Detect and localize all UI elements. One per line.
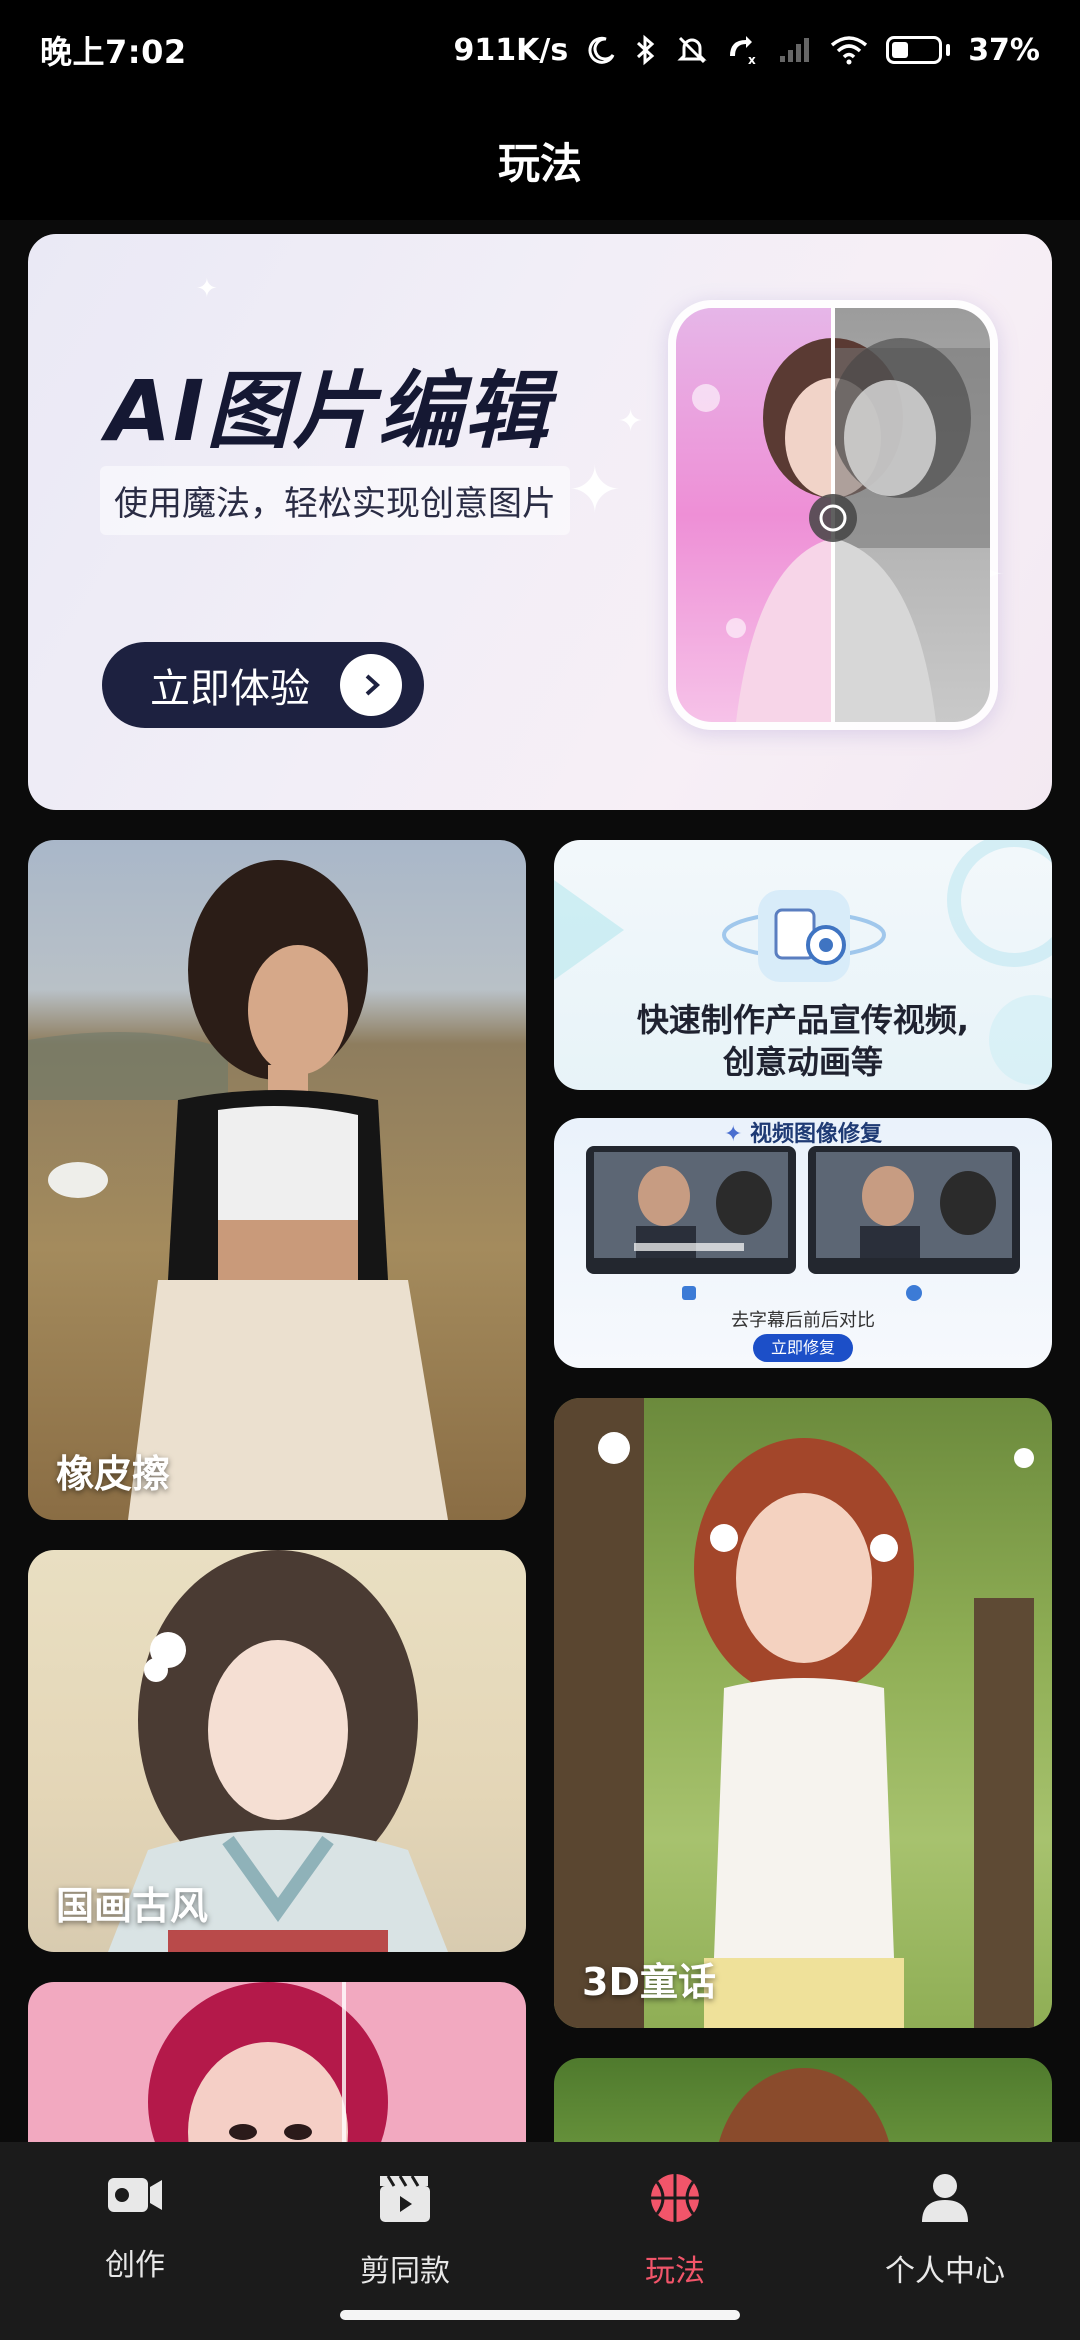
before-after-photo bbox=[668, 300, 998, 730]
play-arrow-icon bbox=[340, 654, 402, 716]
app-header: 玩法 bbox=[0, 100, 1080, 220]
nav-label-play: 玩法 bbox=[645, 2254, 705, 2289]
network-speed: 911K/s bbox=[453, 32, 569, 68]
fairy-3d-label: 3D童话 bbox=[582, 1960, 716, 2004]
promo-text-line1: 快速制作产品宣传视频, bbox=[636, 1001, 970, 1039]
wifi-icon bbox=[830, 35, 868, 65]
video-repair-caption: 去字幕后前后对比 bbox=[731, 1310, 875, 1331]
video-camera-icon bbox=[106, 2172, 164, 2226]
basketball-icon bbox=[649, 2172, 701, 2232]
try-now-button[interactable]: 立即体验 bbox=[102, 642, 424, 728]
fairy-3d-card[interactable]: 3D童话 bbox=[554, 1398, 1052, 2028]
bluetooth-icon bbox=[634, 34, 658, 66]
promo-video-card[interactable]: 快速制作产品宣传视频, 创意动画等 bbox=[554, 840, 1052, 1090]
nav-label-create: 创作 bbox=[105, 2248, 165, 2283]
promo-text-line2: 创意动画等 bbox=[722, 1042, 883, 1081]
banner-title: AI图片编辑 bbox=[106, 362, 551, 460]
nav-item-profile[interactable]: 个人中心 bbox=[845, 2172, 1045, 2340]
sparkle-icon: ✦ bbox=[568, 454, 622, 528]
promo-text: 快速制作产品宣传视频, 创意动画等 bbox=[554, 1000, 1052, 1083]
svg-text:x: x bbox=[748, 53, 756, 66]
nav-label-profile: 个人中心 bbox=[885, 2254, 1005, 2289]
status-icons: 911K/s x 37% bbox=[454, 33, 1041, 68]
nav-item-create[interactable]: 创作 bbox=[35, 2172, 235, 2340]
eraser-photo bbox=[28, 860, 448, 1520]
battery-icon bbox=[886, 36, 951, 64]
moon-icon bbox=[586, 35, 616, 65]
clapperboard-icon bbox=[378, 2172, 432, 2232]
video-repair-card[interactable]: ✦ 视频图像修复 去字幕后前后对比 立即修复 bbox=[554, 1118, 1052, 1368]
battery-percent: 37% bbox=[968, 32, 1040, 68]
sparkle-icon: ✦ bbox=[618, 404, 644, 439]
eraser-card[interactable]: 橡皮擦 bbox=[28, 840, 526, 1520]
status-bar: 晚上7:02 911K/s x 37% bbox=[0, 0, 1080, 100]
eraser-label: 橡皮擦 bbox=[56, 1452, 171, 1496]
ai-image-edit-banner[interactable]: ✦ ✦ ✦ ✦ AI图片编辑 使用魔法，轻松实现创意图片 立即体验 bbox=[28, 234, 1052, 810]
ink-painting-card[interactable]: 国画古风 bbox=[28, 1550, 526, 1952]
ink-painting-label: 国画古风 bbox=[56, 1884, 209, 1928]
page-title: 玩法 bbox=[497, 138, 582, 188]
person-icon bbox=[920, 2172, 970, 2232]
fairy-3d-photo bbox=[554, 1398, 1034, 2028]
signal-icon bbox=[778, 36, 812, 64]
status-time: 晚上7:02 bbox=[40, 33, 187, 71]
sparkle-icon: ✦ bbox=[196, 274, 218, 304]
try-now-label: 立即体验 bbox=[150, 666, 310, 712]
mute-bell-icon bbox=[676, 34, 708, 66]
banner-subtitle: 使用魔法，轻松实现创意图片 bbox=[100, 466, 570, 535]
call-forward-icon: x bbox=[726, 34, 760, 66]
screen: 晚上7:02 911K/s x 37% 玩法 ✦ ✦ ✦ AI图片编辑 使用魔法… bbox=[0, 0, 1080, 2340]
home-indicator[interactable] bbox=[340, 2310, 740, 2320]
repair-now-button[interactable]: 立即修复 bbox=[753, 1334, 853, 1362]
nav-label-template: 剪同款 bbox=[360, 2254, 450, 2289]
